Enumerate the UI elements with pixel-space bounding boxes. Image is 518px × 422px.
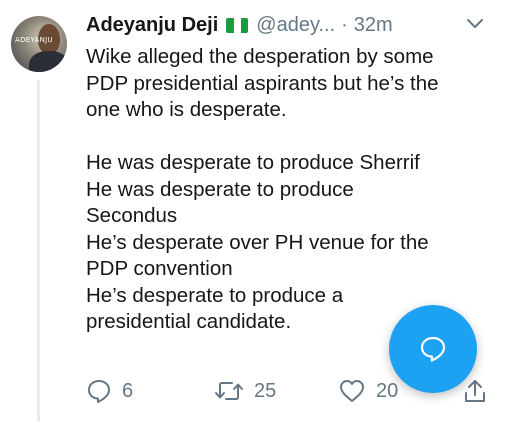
author-handle[interactable]: @adey... — [256, 14, 335, 37]
share-icon — [465, 380, 485, 402]
avatar[interactable]: ADEYANJU — [11, 16, 67, 72]
share-button[interactable] — [462, 376, 488, 406]
reply-button[interactable]: 6 — [86, 376, 133, 406]
tweet-text-line: PDP convention — [86, 257, 233, 280]
tweet-text: Wike alleged the desperation by some PDP… — [86, 44, 496, 336]
retweet-icon — [215, 382, 243, 400]
avatar-label: ADEYANJU — [15, 36, 53, 44]
thread-line — [37, 80, 40, 422]
tweet-timestamp[interactable]: 32m — [354, 14, 393, 37]
retweet-count: 25 — [254, 379, 277, 402]
compose-reply-button[interactable] — [389, 305, 477, 393]
retweet-button[interactable]: 25 — [214, 376, 276, 406]
compose-reply-icon — [420, 336, 446, 362]
tweet-text-line: PDP presidential aspirants but he’s the — [86, 71, 439, 95]
tweet-header: Adeyanju Deji @adey... · 32m — [86, 10, 506, 40]
heart-icon — [340, 380, 364, 402]
tweet-text-line: one who is desperate. — [86, 98, 287, 121]
reply-count: 6 — [122, 379, 134, 402]
author-name[interactable]: Adeyanju Deji — [86, 14, 218, 37]
chevron-down-icon[interactable] — [466, 17, 484, 31]
nigeria-flag-icon — [226, 17, 249, 33]
tweet-text-line: He was desperate to produce — [86, 177, 354, 201]
separator-dot: · — [341, 13, 348, 36]
tweet-text-line: He’s desperate over PH venue for the — [86, 230, 429, 254]
tweet-text-line: He was desperate to produce Sherrif — [86, 151, 420, 174]
like-count: 20 — [376, 379, 399, 402]
tweet-text-line: Secondus — [86, 204, 178, 227]
reply-icon — [88, 380, 110, 403]
like-button[interactable]: 20 — [338, 376, 398, 406]
tweet-text-line: Wike alleged the desperation by some — [86, 45, 434, 68]
avatar-suit — [29, 51, 67, 72]
tweet-text-line — [86, 124, 496, 151]
